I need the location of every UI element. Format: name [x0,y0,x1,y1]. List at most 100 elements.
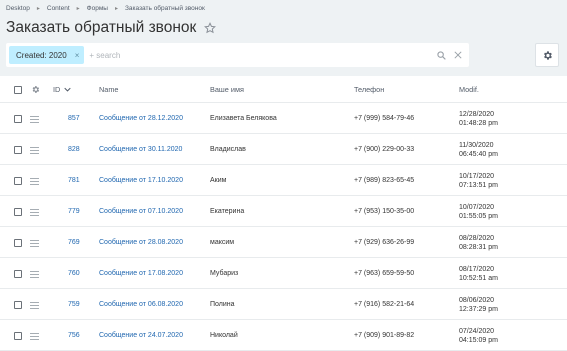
row-id[interactable]: 779 [68,208,80,215]
row-checkbox[interactable] [14,208,22,216]
row-menu-icon[interactable] [30,147,39,154]
row-modified: 08/17/2020 10:52:51 am [459,265,498,283]
row-modified: 08/06/2020 12:37:29 pm [459,296,498,314]
filter-tag-created[interactable]: Created: 2020 × [9,46,85,64]
row-modified-time: 06:45:40 pm [459,151,498,158]
row-id[interactable]: 781 [68,177,80,184]
row-phone: +7 (916) 582-21-64 [354,301,415,308]
row-checkbox[interactable] [14,115,22,123]
row-name-link[interactable]: Сообщение от 17.10.2020 [99,177,183,184]
table-row[interactable]: 769 Сообщение от 28.08.2020 максим +7 (929)… [0,227,567,258]
table-row[interactable]: 857 Сообщение от 28.12.2020 Елизавета Беля… [0,103,567,134]
row-modified: 08/28/2020 08:28:31 pm [459,234,498,252]
filter-tag-label: Created: 2020 [16,50,67,60]
row-modified-date: 07/24/2020 [459,328,495,335]
row-menu-icon[interactable] [30,302,39,309]
breadcrumb-desktop[interactable]: Desktop [6,5,30,12]
row-menu-icon[interactable] [30,333,39,340]
row-checkbox[interactable] [14,270,22,278]
filter-search-bar[interactable]: Created: 2020 × [6,43,469,67]
row-menu-icon[interactable] [30,209,39,216]
column-header-name[interactable]: Name [99,85,118,94]
row-name-link[interactable]: Сообщение от 30.11.2020 [99,146,182,153]
row-modified-time: 04:15:09 pm [459,337,498,344]
row-name-link[interactable]: Сообщение от 28.08.2020 [99,239,183,246]
row-id[interactable]: 769 [68,239,80,246]
row-modified-date: 08/06/2020 [459,297,495,304]
title-row: Заказать обратный звонок [6,17,217,39]
clear-icon[interactable] [454,51,462,59]
row-phone: +7 (909) 901-89-82 [354,332,415,339]
row-modified-date: 12/28/2020 [459,111,495,118]
row-id[interactable]: 857 [68,115,80,122]
row-name-link[interactable]: Сообщение от 24.07.2020 [99,332,183,339]
breadcrumb-separator-icon: ▸ [114,5,118,12]
row-person-name: Мубариз [210,270,239,277]
row-id[interactable]: 760 [68,270,80,277]
row-phone: +7 (989) 823-65-45 [354,177,415,184]
row-checkbox[interactable] [14,177,22,185]
row-person-name: Владислав [210,146,246,153]
row-menu-icon[interactable] [30,116,39,123]
row-modified: 11/30/2020 06:45:40 pm [459,141,498,159]
filter-icons [437,50,462,60]
row-menu-icon[interactable] [30,271,39,278]
row-modified-time: 08:28:31 pm [459,244,498,251]
row-name-link[interactable]: Сообщение от 17.08.2020 [99,270,183,277]
settings-button[interactable] [535,43,559,67]
column-header-your-name[interactable]: Ваше имя [210,85,244,94]
column-header-id[interactable]: ID [53,85,71,94]
search-icon[interactable] [437,50,446,60]
row-modified-time: 12:37:29 pm [459,306,498,313]
breadcrumb-forms[interactable]: Формы [87,5,108,12]
select-all-checkbox[interactable] [14,86,22,94]
row-name-link[interactable]: Сообщение от 07.10.2020 [99,208,183,215]
row-modified: 10/17/2020 07:13:51 pm [459,172,498,190]
table-row[interactable]: 828 Сообщение от 30.11.2020 Владислав +7 (9… [0,134,567,165]
row-person-name: Елизавета Белякова [210,115,277,122]
row-checkbox[interactable] [14,301,22,309]
row-name-link[interactable]: Сообщение от 28.12.2020 [99,115,183,122]
row-modified-time: 01:48:28 pm [459,120,498,127]
row-phone: +7 (900) 229-00-33 [354,146,415,153]
row-modified-date: 08/17/2020 [459,266,495,273]
sort-desc-icon [64,87,71,92]
row-checkbox[interactable] [14,146,22,154]
star-icon[interactable] [204,22,217,34]
column-header-phone[interactable]: Телефон [354,85,384,94]
row-menu-icon[interactable] [30,178,39,185]
row-checkbox[interactable] [14,332,22,340]
row-phone: +7 (929) 636-26-99 [354,239,415,246]
table-row[interactable]: 760 Сообщение от 17.08.2020 Мубариз +7 (963… [0,258,567,289]
column-header-modified[interactable]: Modif. [459,85,479,94]
breadcrumb-separator-icon: ▸ [36,5,40,12]
row-id[interactable]: 756 [68,332,80,339]
row-modified-date: 11/30/2020 [459,142,494,149]
breadcrumb: Desktop ▸ Content ▸ Формы ▸ Заказать обр… [6,3,205,13]
search-input[interactable] [89,47,420,63]
row-person-name: Николай [210,332,238,339]
table-header: ID Name Ваше имя Телефон Modif. [0,76,567,103]
breadcrumb-current[interactable]: Заказать обратный звонок [125,5,205,12]
row-name-link[interactable]: Сообщение от 06.08.2020 [99,301,183,308]
row-menu-icon[interactable] [30,240,39,247]
row-modified-time: 01:55:05 pm [459,213,498,220]
filter-tag-close-icon[interactable]: × [75,51,80,60]
row-modified: 12/28/2020 01:48:28 pm [459,110,498,128]
table-row[interactable]: 756 Сообщение от 24.07.2020 Николай +7 (909… [0,320,567,351]
table-row[interactable]: 779 Сообщение от 07.10.2020 Екатерина +7 (9… [0,196,567,227]
row-phone: +7 (953) 150-35-00 [354,208,415,215]
row-checkbox[interactable] [14,239,22,247]
row-id[interactable]: 759 [68,301,80,308]
gear-icon[interactable] [31,85,40,94]
row-modified: 10/07/2020 01:55:05 pm [459,203,498,221]
breadcrumb-content[interactable]: Content [47,5,70,12]
row-phone: +7 (963) 659-59-50 [354,270,415,277]
row-person-name: Полина [210,301,235,308]
row-id[interactable]: 828 [68,146,80,153]
row-modified-date: 08/28/2020 [459,235,495,242]
row-phone: +7 (999) 584-79-46 [354,115,415,122]
row-modified-date: 10/07/2020 [459,204,495,211]
table-row[interactable]: 759 Сообщение от 06.08.2020 Полина +7 (916)… [0,289,567,320]
table-row[interactable]: 781 Сообщение от 17.10.2020 Аким +7 (989) 8… [0,165,567,196]
